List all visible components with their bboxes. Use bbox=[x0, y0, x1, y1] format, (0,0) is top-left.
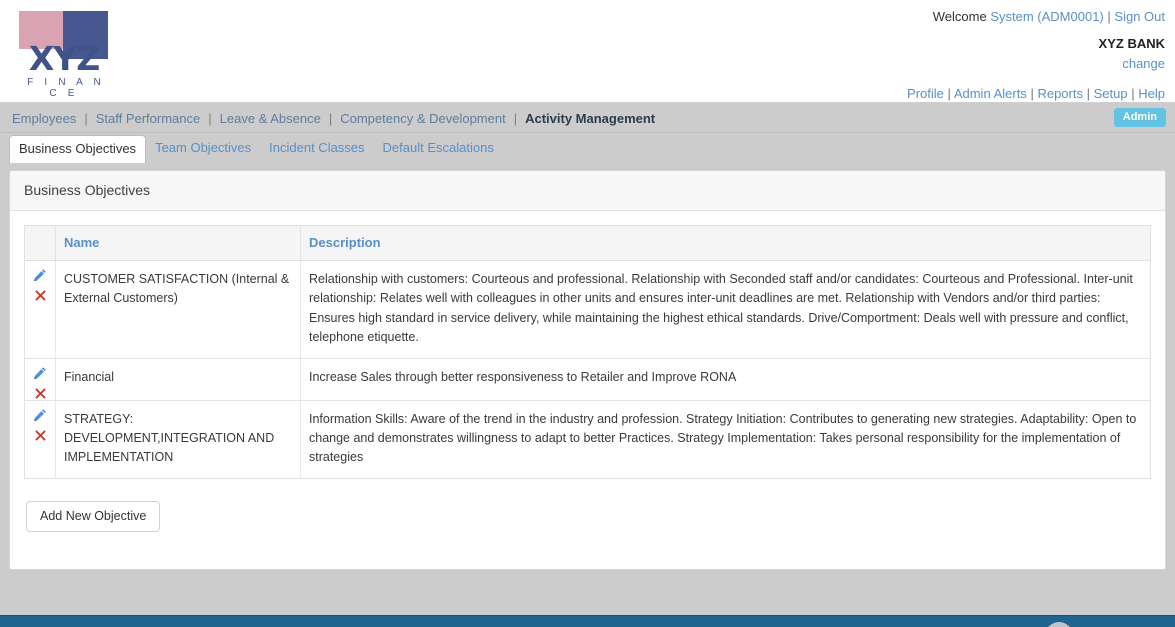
change-company-link[interactable]: change bbox=[1122, 56, 1165, 71]
objective-description: Relationship with customers: Courteous a… bbox=[301, 261, 1151, 359]
table-row: Financial Increase Sales through better … bbox=[25, 358, 1151, 400]
objective-name: STRATEGY: DEVELOPMENT,INTEGRATION AND IM… bbox=[56, 400, 301, 478]
nav-item-competency-development[interactable]: Competency & Development bbox=[340, 111, 505, 126]
content-area: Business Objectives Name Description bbox=[0, 162, 1175, 603]
nav-item-activity-management[interactable]: Activity Management bbox=[525, 111, 655, 126]
header-link-profile[interactable]: Profile bbox=[907, 86, 944, 101]
objective-description: Information Skills: Aware of the trend i… bbox=[301, 400, 1151, 478]
delete-x-icon[interactable] bbox=[34, 387, 47, 400]
tab-default-escalations[interactable]: Default Escalations bbox=[374, 134, 503, 162]
tab-strip: Business Objectives Team Objectives Inci… bbox=[0, 133, 1175, 162]
header-link-separator-4: | bbox=[1131, 86, 1134, 101]
header-separator: | bbox=[1107, 9, 1110, 24]
table-row: CUSTOMER SATISFACTION (Internal & Extern… bbox=[25, 261, 1151, 359]
add-new-objective-button[interactable]: Add New Objective bbox=[26, 501, 160, 532]
admin-role-badge[interactable]: Admin bbox=[1114, 108, 1166, 127]
current-user-link[interactable]: System (ADM0001) bbox=[990, 9, 1103, 24]
logo-wordmark: XYZ bbox=[19, 42, 109, 76]
table-row: STRATEGY: DEVELOPMENT,INTEGRATION AND IM… bbox=[25, 400, 1151, 478]
header-links-row: Profile | Admin Alerts | Reports | Setup… bbox=[907, 85, 1165, 104]
header-link-help[interactable]: Help bbox=[1138, 86, 1165, 101]
page-header: XYZ F I N A N C E Welcome System (ADM000… bbox=[0, 0, 1175, 103]
main-navbar-items: Employees | Staff Performance | Leave & … bbox=[12, 103, 1175, 133]
header-link-separator-1: | bbox=[948, 86, 951, 101]
objective-description: Increase Sales through better responsive… bbox=[301, 358, 1151, 400]
sign-out-link[interactable]: Sign Out bbox=[1114, 9, 1165, 24]
header-link-admin-alerts[interactable]: Admin Alerts bbox=[954, 86, 1027, 101]
tab-team-objectives[interactable]: Team Objectives bbox=[146, 134, 260, 162]
pencil-icon[interactable] bbox=[33, 366, 47, 380]
panel-body: Name Description bbox=[10, 211, 1165, 532]
company-name: XYZ BANK bbox=[907, 35, 1165, 54]
welcome-label: Welcome bbox=[933, 9, 987, 24]
nav-separator-1: | bbox=[76, 111, 95, 126]
evaluate-logo: e evaluate bbox=[1045, 622, 1162, 627]
column-header-name: Name bbox=[56, 226, 301, 261]
logo-subtext: F I N A N C E bbox=[19, 77, 109, 99]
pencil-icon[interactable] bbox=[33, 268, 47, 282]
nav-separator-2: | bbox=[200, 111, 219, 126]
objectives-table: Name Description bbox=[24, 225, 1151, 479]
column-header-description: Description bbox=[301, 226, 1151, 261]
footer-gap bbox=[0, 603, 1175, 615]
header-right-block: Welcome System (ADM0001) | Sign Out XYZ … bbox=[907, 8, 1165, 103]
column-header-actions bbox=[25, 226, 56, 261]
main-navbar: Employees | Staff Performance | Leave & … bbox=[0, 103, 1175, 133]
company-logo: XYZ F I N A N C E bbox=[19, 11, 109, 93]
tab-incident-classes[interactable]: Incident Classes bbox=[260, 134, 373, 162]
nav-separator-4: | bbox=[506, 111, 525, 126]
header-link-reports[interactable]: Reports bbox=[1037, 86, 1083, 101]
tab-business-objectives[interactable]: Business Objectives bbox=[9, 135, 146, 163]
change-company-row: change bbox=[907, 55, 1165, 74]
objective-name: CUSTOMER SATISFACTION (Internal & Extern… bbox=[56, 261, 301, 359]
page-footer: © 2015 | Templeton - Imavate | All Right… bbox=[0, 615, 1175, 627]
delete-x-icon[interactable] bbox=[34, 289, 47, 302]
business-objectives-panel: Business Objectives Name Description bbox=[9, 170, 1166, 570]
row-actions-cell bbox=[25, 400, 56, 478]
welcome-row: Welcome System (ADM0001) | Sign Out bbox=[907, 8, 1165, 27]
nav-item-employees[interactable]: Employees bbox=[12, 111, 76, 126]
delete-x-icon[interactable] bbox=[34, 429, 47, 442]
header-link-setup[interactable]: Setup bbox=[1094, 86, 1128, 101]
header-link-separator-2: | bbox=[1030, 86, 1033, 101]
table-header-row: Name Description bbox=[25, 226, 1151, 261]
header-link-separator-3: | bbox=[1087, 86, 1090, 101]
pencil-icon[interactable] bbox=[33, 408, 47, 422]
nav-item-leave-absence[interactable]: Leave & Absence bbox=[220, 111, 321, 126]
evaluate-circle-icon: e bbox=[1045, 622, 1073, 627]
row-actions-cell bbox=[25, 358, 56, 400]
row-actions-cell bbox=[25, 261, 56, 359]
objective-name: Financial bbox=[56, 358, 301, 400]
nav-item-staff-performance[interactable]: Staff Performance bbox=[96, 111, 201, 126]
nav-separator-3: | bbox=[321, 111, 340, 126]
panel-title: Business Objectives bbox=[10, 171, 1165, 211]
